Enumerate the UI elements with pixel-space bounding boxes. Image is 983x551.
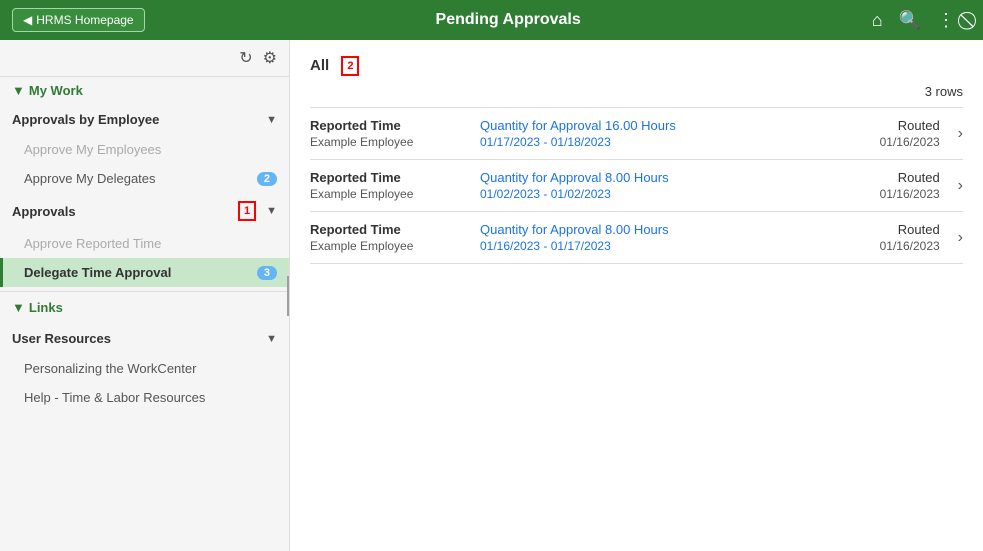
delegate-time-approval-label: Delegate Time Approval [24,265,171,280]
approvals-label: Approvals [12,204,76,219]
approvals-by-employee-label: Approvals by Employee [12,112,159,127]
my-work-label: My Work [29,83,83,98]
delegate-time-approval-badge: 3 [257,266,277,280]
row-2-status: Routed [840,170,940,185]
layout: ↻ ⚙ ▼ My Work Approvals by Employee ▼ Ap… [0,40,983,551]
annotation-2: 2 [341,56,359,76]
sidebar-item-approve-my-delegates[interactable]: Approve My Delegates 2 [0,164,289,193]
row-1-dates: 01/17/2023 - 01/18/2023 [480,135,830,149]
row-3-dates: 01/16/2023 - 01/17/2023 [480,239,830,253]
rows-count: 3 rows [310,84,963,99]
home-icon[interactable]: ⌂ [872,10,883,31]
row-2-employee: Example Employee [310,187,470,201]
refresh-icon[interactable]: ↻ [239,48,252,68]
sidebar-item-personalizing-workcenter[interactable]: Personalizing the WorkCenter [0,354,289,383]
approvals-by-employee-header[interactable]: Approvals by Employee ▼ [0,104,289,135]
row-3-quantity: Quantity for Approval 8.00 Hours [480,222,830,237]
help-time-labor-label: Help - Time & Labor Resources [24,390,205,405]
row-2-label-col: Reported Time Example Employee [310,170,470,201]
user-resources-label: User Resources [12,331,111,346]
annotation-1: 1 [238,201,256,221]
row-3-chevron-right-icon[interactable]: › [958,229,963,247]
row-1-chevron-right-icon[interactable]: › [958,125,963,143]
row-1-details-col: Quantity for Approval 16.00 Hours 01/17/… [480,118,830,149]
page-title: Pending Approvals [145,11,872,29]
row-3-employee: Example Employee [310,239,470,253]
row-1-label-col: Reported Time Example Employee [310,118,470,149]
row-1-status-date: 01/16/2023 [840,135,940,149]
row-2-status-date: 01/16/2023 [840,187,940,201]
approvals-arrow-icon: ▼ [266,205,277,217]
row-3-label-col: Reported Time Example Employee [310,222,470,253]
row-2-status-col: Routed 01/16/2023 [840,170,940,201]
row-2-type: Reported Time [310,170,470,185]
links-section-header[interactable]: ▼ Links [0,291,289,323]
links-arrow-icon: ▼ [12,300,25,315]
search-icon[interactable]: 🔍 [899,10,921,31]
sidebar: ↻ ⚙ ▼ My Work Approvals by Employee ▼ Ap… [0,40,290,551]
user-resources-arrow-icon: ▼ [266,333,277,345]
row-2-quantity: Quantity for Approval 8.00 Hours [480,170,830,185]
table-row[interactable]: Reported Time Example Employee Quantity … [310,159,963,211]
row-3-status: Routed [840,222,940,237]
user-resources-header[interactable]: User Resources ▼ [0,323,289,354]
sidebar-item-delegate-time-approval[interactable]: Delegate Time Approval 3 [0,258,289,287]
row-3-details-col: Quantity for Approval 8.00 Hours 01/16/2… [480,222,830,253]
row-2-chevron-right-icon[interactable]: › [958,177,963,195]
sidebar-top-toolbar: ↻ ⚙ [0,40,289,77]
approvals-section-header[interactable]: Approvals 1 ▼ [0,193,289,229]
sidebar-item-approve-my-employees[interactable]: Approve My Employees [0,135,289,164]
row-3-type: Reported Time [310,222,470,237]
more-icon[interactable]: ⋮ [937,10,955,31]
approve-my-employees-label: Approve My Employees [24,142,161,157]
approve-my-delegates-badge: 2 [257,172,277,186]
row-1-quantity: Quantity for Approval 16.00 Hours [480,118,830,133]
links-label: Links [29,300,63,315]
back-label: HRMS Homepage [36,13,133,27]
approve-reported-time-label: Approve Reported Time [24,236,161,251]
back-arrow-icon: ◀ [23,13,32,27]
main-section-title: All 2 [310,56,963,76]
header-icons: ⌂ 🔍 ⋮ ⃠ [872,10,971,31]
table-row[interactable]: Reported Time Example Employee Quantity … [310,107,963,159]
my-work-arrow-icon: ▼ [12,83,25,98]
row-1-employee: Example Employee [310,135,470,149]
personalizing-workcenter-label: Personalizing the WorkCenter [24,361,196,376]
approvals-by-employee-arrow-icon: ▼ [266,114,277,126]
row-2-dates: 01/02/2023 - 01/02/2023 [480,187,830,201]
sidebar-collapse-button[interactable]: ‖ [287,276,290,316]
row-1-type: Reported Time [310,118,470,133]
row-3-status-col: Routed 01/16/2023 [840,222,940,253]
all-label: All [310,57,329,74]
approve-my-delegates-label: Approve My Delegates [24,171,156,186]
row-2-details-col: Quantity for Approval 8.00 Hours 01/02/2… [480,170,830,201]
row-1-status: Routed [840,118,940,133]
main-content: All 2 3 rows Reported Time Example Emplo… [290,40,983,551]
my-work-section-header[interactable]: ▼ My Work [0,77,289,104]
table-row[interactable]: Reported Time Example Employee Quantity … [310,211,963,264]
row-1-status-col: Routed 01/16/2023 [840,118,940,149]
back-button[interactable]: ◀ HRMS Homepage [12,8,145,32]
top-header: ◀ HRMS Homepage Pending Approvals ⌂ 🔍 ⋮ … [0,0,983,40]
sidebar-item-approve-reported-time[interactable]: Approve Reported Time [0,229,289,258]
sidebar-item-help-time-labor[interactable]: Help - Time & Labor Resources [0,383,289,412]
row-3-status-date: 01/16/2023 [840,239,940,253]
settings-icon[interactable]: ⚙ [263,48,277,68]
